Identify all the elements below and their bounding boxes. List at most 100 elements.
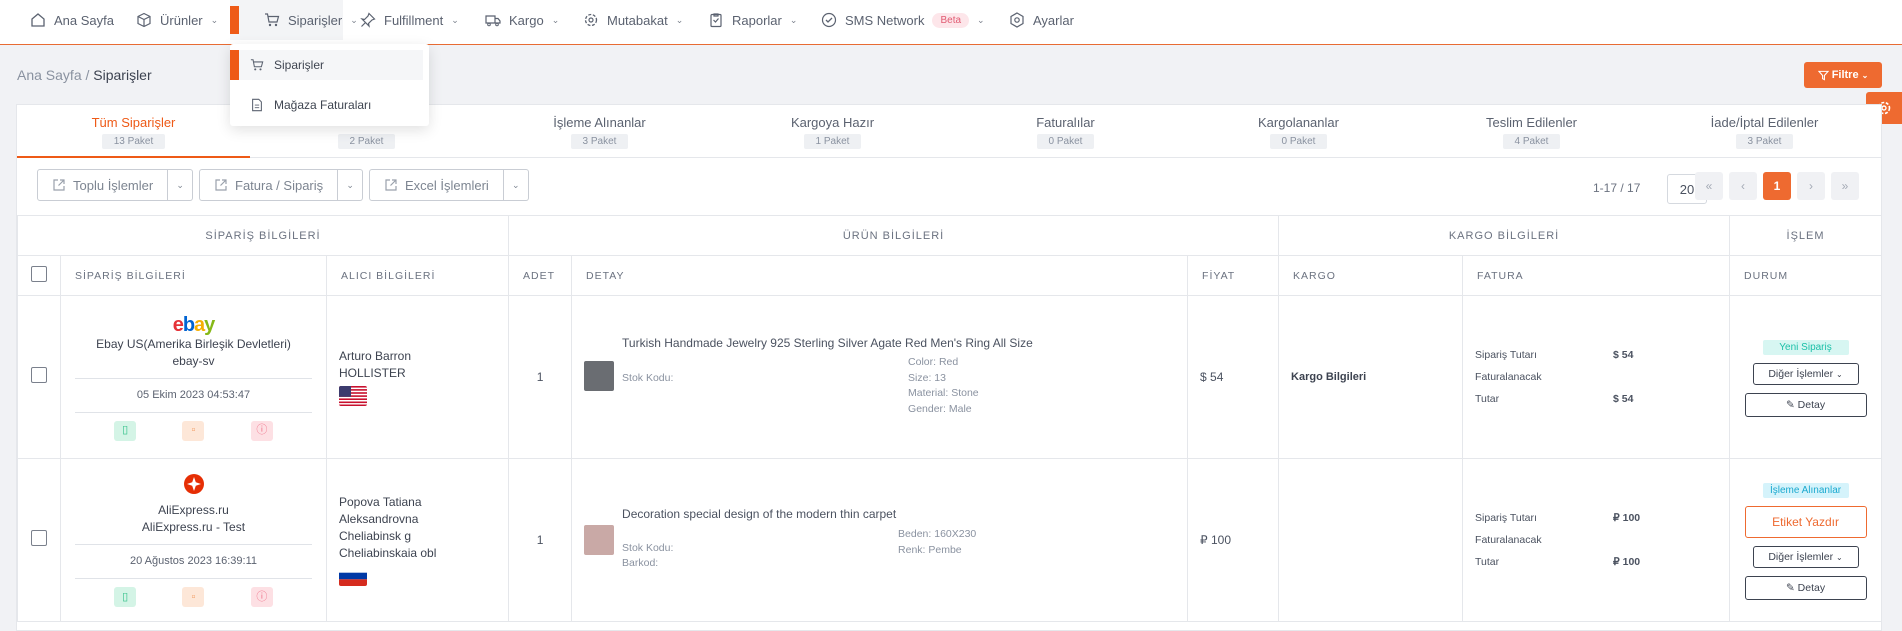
order-date: 05 Ekim 2023 04:53:47 <box>136 388 251 401</box>
detail-button[interactable]: ✎ Detay <box>1744 576 1867 600</box>
quantity: 1 <box>508 458 573 622</box>
detail-button[interactable]: ✎ Detay <box>1744 393 1867 417</box>
product-thumbnail <box>584 525 615 555</box>
orders-dropdown-menu: Siparişler Mağaza Faturaları <box>230 44 429 126</box>
chevron-down-icon: ⌄ <box>451 14 459 25</box>
tab-delivered[interactable]: Teslim Edilenler 4 Paket <box>1415 105 1648 157</box>
excel-actions-button[interactable]: Excel İşlemleri <box>369 169 504 201</box>
note-icon[interactable]: ▫ <box>182 420 205 441</box>
group-header-order: SİPARİŞ BİLGİLERİ <box>16 215 510 256</box>
last-page-button[interactable]: » <box>1831 172 1859 200</box>
chevron-down-icon: ⌄ <box>350 14 358 25</box>
alert-icon[interactable]: ⓘ <box>250 420 273 441</box>
order-date: 20 Ağustos 2023 16:39:11 <box>129 555 257 567</box>
document-icon <box>250 98 264 112</box>
tab-all-orders[interactable]: Tüm Siparişler 13 Paket <box>17 105 250 158</box>
check-circle-icon <box>821 12 837 28</box>
buyer-info: Arturo Barron HOLLISTER <box>327 348 508 406</box>
tab-invoiced[interactable]: Faturalılar 0 Paket <box>949 105 1182 157</box>
invoice-order-button[interactable]: Fatura / Sipariş <box>199 169 339 201</box>
tab-count-badge: 3 Paket <box>1735 134 1794 149</box>
nav-settings[interactable]: Ayarlar <box>1009 0 1074 40</box>
filter-icon <box>1817 70 1829 81</box>
status-badge: İşleme Alınanlar <box>1762 483 1849 498</box>
col-price: FİYAT <box>1187 255 1280 296</box>
note-icon[interactable]: ▫ <box>182 587 205 607</box>
price: ₽ 100 <box>1187 458 1280 622</box>
aliexpress-logo <box>61 473 326 502</box>
bulk-actions-button[interactable]: Toplu İşlemler <box>37 169 169 201</box>
divider <box>75 411 312 413</box>
group-header-cargo: KARGO BİLGİLERİ <box>1278 215 1731 256</box>
chevron-down-icon: ⌄ <box>1861 70 1869 80</box>
cargo-info: Kargo Bilgileri <box>1278 295 1464 459</box>
quantity: 1 <box>508 295 573 459</box>
other-actions-button[interactable]: Diğer İşlemler ⌄ <box>1752 363 1859 385</box>
nav-reconciliation[interactable]: Mutabakat ⌄ <box>583 0 683 40</box>
col-quantity: ADET <box>508 255 573 296</box>
select-all-checkbox[interactable] <box>31 266 47 282</box>
col-invoice: FATURA <box>1462 255 1731 296</box>
prev-page-button[interactable]: ‹ <box>1729 172 1757 200</box>
tab-returned-cancelled[interactable]: İade/İptal Edilenler 3 Paket <box>1648 105 1881 157</box>
cart-icon <box>250 58 264 72</box>
first-page-button[interactable]: « <box>1695 172 1723 200</box>
edit-icon: ✎ <box>1785 582 1795 594</box>
tab-ready-to-ship[interactable]: Kargoya Hazır 1 Paket <box>716 105 949 157</box>
tab-count-badge: 13 Paket <box>101 134 166 149</box>
buyer-info: Popova Tatiana Aleksandrovna Cheliabinsk… <box>327 494 508 586</box>
store-name: AliExpress.ru <box>158 503 229 517</box>
nav-cargo[interactable]: Kargo ⌄ <box>485 0 559 40</box>
product-thumbnail <box>584 361 615 391</box>
nav-sms-network[interactable]: SMS Network Beta ⌄ <box>821 0 985 40</box>
other-actions-button[interactable]: Diğer İşlemler ⌄ <box>1752 546 1859 568</box>
chevron-down-icon: ⌄ <box>977 14 985 25</box>
table-row: AliExpress.ru AliExpress.ru - Test 20 Ağ… <box>17 458 1883 622</box>
filter-button[interactable]: Filtre ⌄ <box>1804 62 1882 88</box>
bulk-actions-caret[interactable]: ⌄ <box>168 169 194 201</box>
product-variants: Beden: 160X230 Renk: Pembe <box>898 528 977 556</box>
invoice-actions-caret[interactable]: ⌄ <box>338 169 364 201</box>
nav-home[interactable]: Ana Sayfa <box>30 0 114 40</box>
buyer-city: Cheliabinsk g <box>339 529 412 543</box>
phone-icon[interactable]: ▯ <box>114 420 137 441</box>
nav-fulfillment[interactable]: Fulfillment ⌄ <box>360 0 459 40</box>
dropdown-item-orders[interactable]: Siparişler <box>230 50 423 80</box>
col-order-info: SİPARİŞ BİLGİLERİ <box>60 255 327 296</box>
box-icon <box>136 12 152 28</box>
product-name[interactable]: Decoration special design of the modern … <box>622 507 896 521</box>
row-checkbox[interactable] <box>31 366 47 383</box>
nav-reports[interactable]: Raporlar ⌄ <box>708 0 797 40</box>
phone-icon[interactable]: ▯ <box>114 587 137 607</box>
orders-table: SİPARİŞ BİLGİLERİ ÜRÜN BİLGİLERİ KARGO B… <box>16 215 1883 622</box>
excel-actions-caret[interactable]: ⌄ <box>503 169 529 201</box>
buyer-region: Cheliabinskaia obl <box>339 546 437 560</box>
print-label-button[interactable]: Etiket Yazdır <box>1744 506 1867 538</box>
buyer-name-line2: Aleksandrovna <box>339 512 419 526</box>
us-flag-icon <box>339 386 367 406</box>
group-header-product: ÜRÜN BİLGİLERİ <box>508 215 1280 256</box>
edit-icon: ✎ <box>1785 399 1795 411</box>
current-page-button[interactable]: 1 <box>1763 172 1791 200</box>
nav-products[interactable]: Ürünler ⌄ <box>136 0 218 40</box>
row-checkbox[interactable] <box>31 529 47 546</box>
group-header-action: İŞLEM <box>1729 215 1883 256</box>
store-id: AliExpress.ru - Test <box>141 520 246 534</box>
tab-processing[interactable]: İşleme Alınanlar 3 Paket <box>483 105 716 157</box>
barcode-label: Barkod: <box>622 557 659 569</box>
ru-flag-icon <box>339 566 367 586</box>
product-name[interactable]: Turkish Handmade Jewelry 925 Sterling Si… <box>622 336 1033 350</box>
next-page-button[interactable]: › <box>1797 172 1825 200</box>
tab-shipped[interactable]: Kargolananlar 0 Paket <box>1182 105 1415 157</box>
order-source: ebay Ebay US(Amerika Birleşik Devletleri… <box>61 314 326 441</box>
dropdown-item-store-invoices[interactable]: Mağaza Faturaları <box>230 90 429 120</box>
tab-count-badge: 3 Paket <box>570 134 629 149</box>
chevron-down-icon: ⌄ <box>1836 370 1843 379</box>
tab-count-badge: 0 Paket <box>1269 134 1328 149</box>
nav-orders[interactable]: Siparişler ⌄ <box>230 0 358 40</box>
alert-icon[interactable]: ⓘ <box>250 587 273 607</box>
product-detail: Decoration special design of the modern … <box>572 459 1187 621</box>
product-variants: Color: Red Size: 13 Material: Stone Gend… <box>908 356 979 415</box>
tab-count-badge: 0 Paket <box>1036 134 1095 149</box>
breadcrumb-home[interactable]: Ana Sayfa <box>17 67 82 83</box>
